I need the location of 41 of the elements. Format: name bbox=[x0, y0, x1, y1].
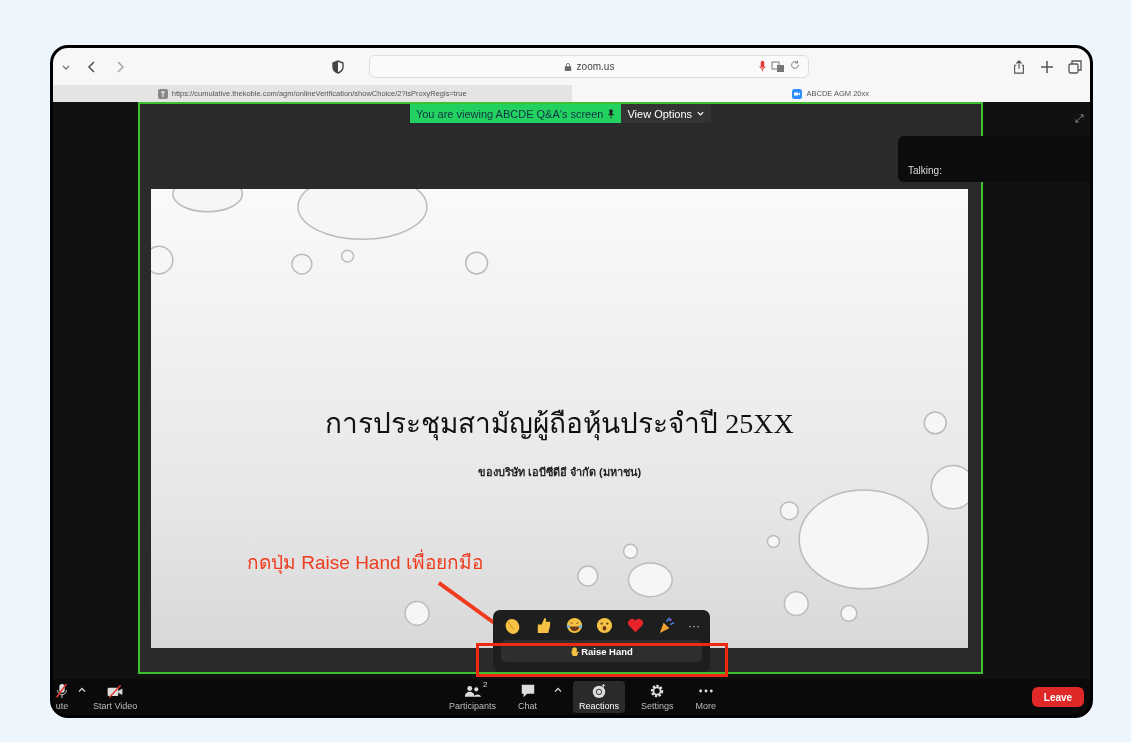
expand-icon[interactable] bbox=[1075, 114, 1084, 123]
share-icon[interactable] bbox=[1012, 59, 1026, 74]
slide-subtitle: ของบริษัท เอบีซีดีอี จำกัด (มหาชน) bbox=[477, 465, 642, 480]
shield-icon[interactable] bbox=[331, 59, 345, 74]
annotation-text: กดปุ่ม Raise Hand เพื่อยกมือ bbox=[247, 547, 483, 577]
plus-icon[interactable] bbox=[1040, 59, 1054, 74]
tabs-icon[interactable] bbox=[1068, 59, 1082, 74]
lock-icon bbox=[563, 61, 572, 72]
pin-icon[interactable] bbox=[607, 108, 616, 119]
mute-button[interactable]: ute bbox=[53, 681, 77, 713]
leave-button[interactable]: Leave bbox=[1032, 687, 1084, 707]
address-bar[interactable]: zoom.us bbox=[369, 55, 809, 78]
water-drop-drawing bbox=[404, 600, 430, 627]
reactions-button[interactable]: Reactions bbox=[573, 681, 626, 713]
camera-app-icon bbox=[792, 88, 803, 99]
start-video-button[interactable]: Start Video bbox=[87, 681, 144, 713]
more-button[interactable]: More bbox=[689, 681, 723, 713]
chevron-down-icon bbox=[696, 109, 706, 118]
caret-icon[interactable] bbox=[77, 685, 87, 695]
settings-button[interactable]: Settings bbox=[635, 681, 680, 713]
address-text: zoom.us bbox=[576, 61, 615, 72]
slide-title: การประชุมสามัญผู้ถือหุ้นประจำปี 25XX bbox=[325, 407, 794, 443]
surprised-face-icon[interactable] bbox=[595, 616, 615, 635]
microphone-icon[interactable] bbox=[759, 60, 766, 72]
site-icon bbox=[157, 88, 168, 99]
reload-icon[interactable] bbox=[790, 60, 800, 70]
banner-text: You are viewing ABCDE Q&A's screen bbox=[415, 107, 604, 120]
participants-button[interactable]: 2 Participants bbox=[443, 681, 503, 713]
people-icon bbox=[463, 683, 482, 699]
raise-hand-button[interactable]: Raise Hand bbox=[501, 640, 702, 662]
participant-count: 2 bbox=[483, 680, 488, 689]
heart-icon[interactable] bbox=[626, 616, 646, 635]
caret-icon[interactable] bbox=[553, 685, 564, 695]
chat-button[interactable]: Chat bbox=[512, 681, 544, 713]
video-off-icon bbox=[106, 683, 125, 699]
laughing-face-icon[interactable] bbox=[564, 616, 584, 635]
view-options-button[interactable]: View Options bbox=[621, 104, 712, 123]
talking-label: Talking: bbox=[908, 165, 942, 176]
party-popper-icon[interactable] bbox=[657, 616, 677, 635]
raised-hand-icon bbox=[570, 645, 580, 657]
more-reactions-button[interactable]: ··· bbox=[687, 618, 700, 633]
